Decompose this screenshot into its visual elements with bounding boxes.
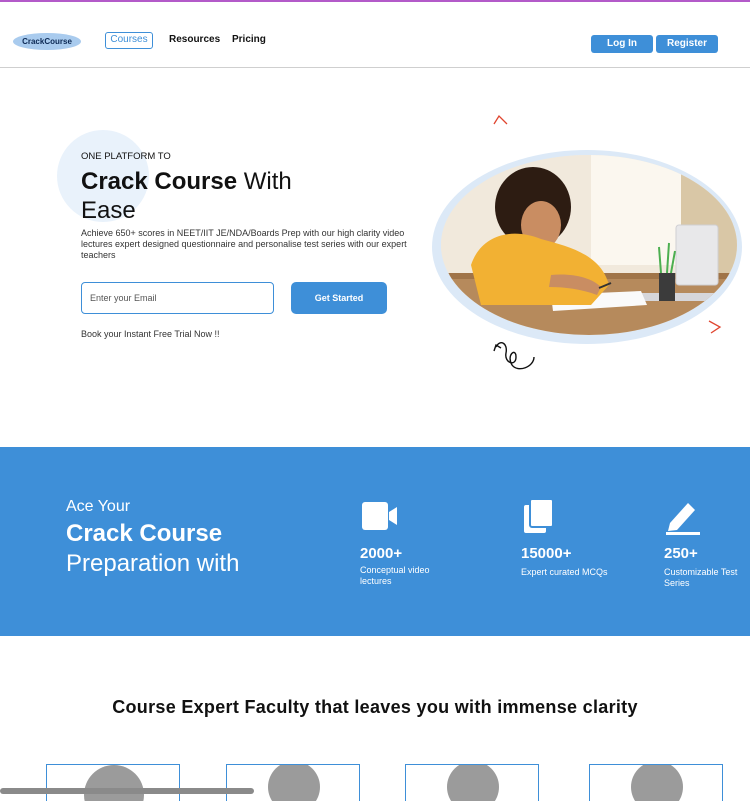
caret-up-icon [493, 114, 508, 125]
stat-value-videos: 2000+ [360, 545, 403, 562]
hero-eyebrow: ONE PLATFORM TO [81, 151, 171, 162]
chevron-right-icon [708, 320, 722, 334]
email-input[interactable] [81, 282, 274, 314]
hero-headline: Crack Course With Ease [81, 167, 341, 225]
stat-value-mcqs: 15000+ [521, 545, 572, 562]
nav-link-resources[interactable]: Resources [169, 34, 220, 45]
horizontal-scrollbar[interactable] [0, 788, 254, 794]
faculty-card[interactable] [226, 764, 360, 801]
faculty-card[interactable] [46, 764, 180, 801]
faculty-card[interactable] [405, 764, 539, 801]
squiggle-arrow-icon [493, 342, 535, 370]
avatar-placeholder-icon [84, 765, 144, 801]
stat-label-tests: Customizable Test Series [664, 567, 738, 588]
student-studying-image [441, 155, 737, 335]
faculty-section-title: Course Expert Faculty that leaves you wi… [112, 697, 638, 717]
hero-section: ONE PLATFORM TO Crack Course With Ease A… [0, 69, 750, 447]
stat-label-videos: Conceptual video lectures [360, 565, 430, 586]
avatar-placeholder-icon [631, 765, 683, 801]
stat-value-tests: 250+ [664, 545, 698, 562]
nav-link-courses[interactable]: Courses [105, 32, 153, 49]
video-camera-icon [362, 502, 397, 530]
get-started-button[interactable]: Get Started [291, 282, 387, 314]
nav-link-pricing[interactable]: Pricing [232, 34, 266, 45]
avatar-placeholder-icon [268, 765, 320, 801]
faculty-card[interactable] [589, 764, 723, 801]
stats-heading-line2: Crack Course [66, 520, 223, 547]
copy-pages-icon [524, 499, 554, 533]
stat-label-mcqs: Expert curated MCQs [521, 567, 608, 577]
free-trial-note: Book your Instant Free Trial Now !! [81, 329, 220, 339]
hero-description: Achieve 650+ scores in NEET/IIT JE/NDA/B… [81, 228, 407, 260]
login-button[interactable]: Log In [591, 35, 653, 53]
hero-headline-bold: Crack Course [81, 168, 238, 195]
avatar-placeholder-icon [447, 765, 499, 801]
stats-heading-line1: Ace Your [66, 498, 131, 515]
pencil-edit-icon [666, 503, 700, 535]
navbar: CrackCourse Courses Resources Pricing Lo… [0, 2, 750, 68]
brand-logo[interactable]: CrackCourse [13, 33, 81, 50]
stats-section: Ace Your Crack Course Preparation with 2… [0, 447, 750, 636]
stats-heading-line3: Preparation with [66, 550, 240, 577]
register-button[interactable]: Register [656, 35, 718, 53]
